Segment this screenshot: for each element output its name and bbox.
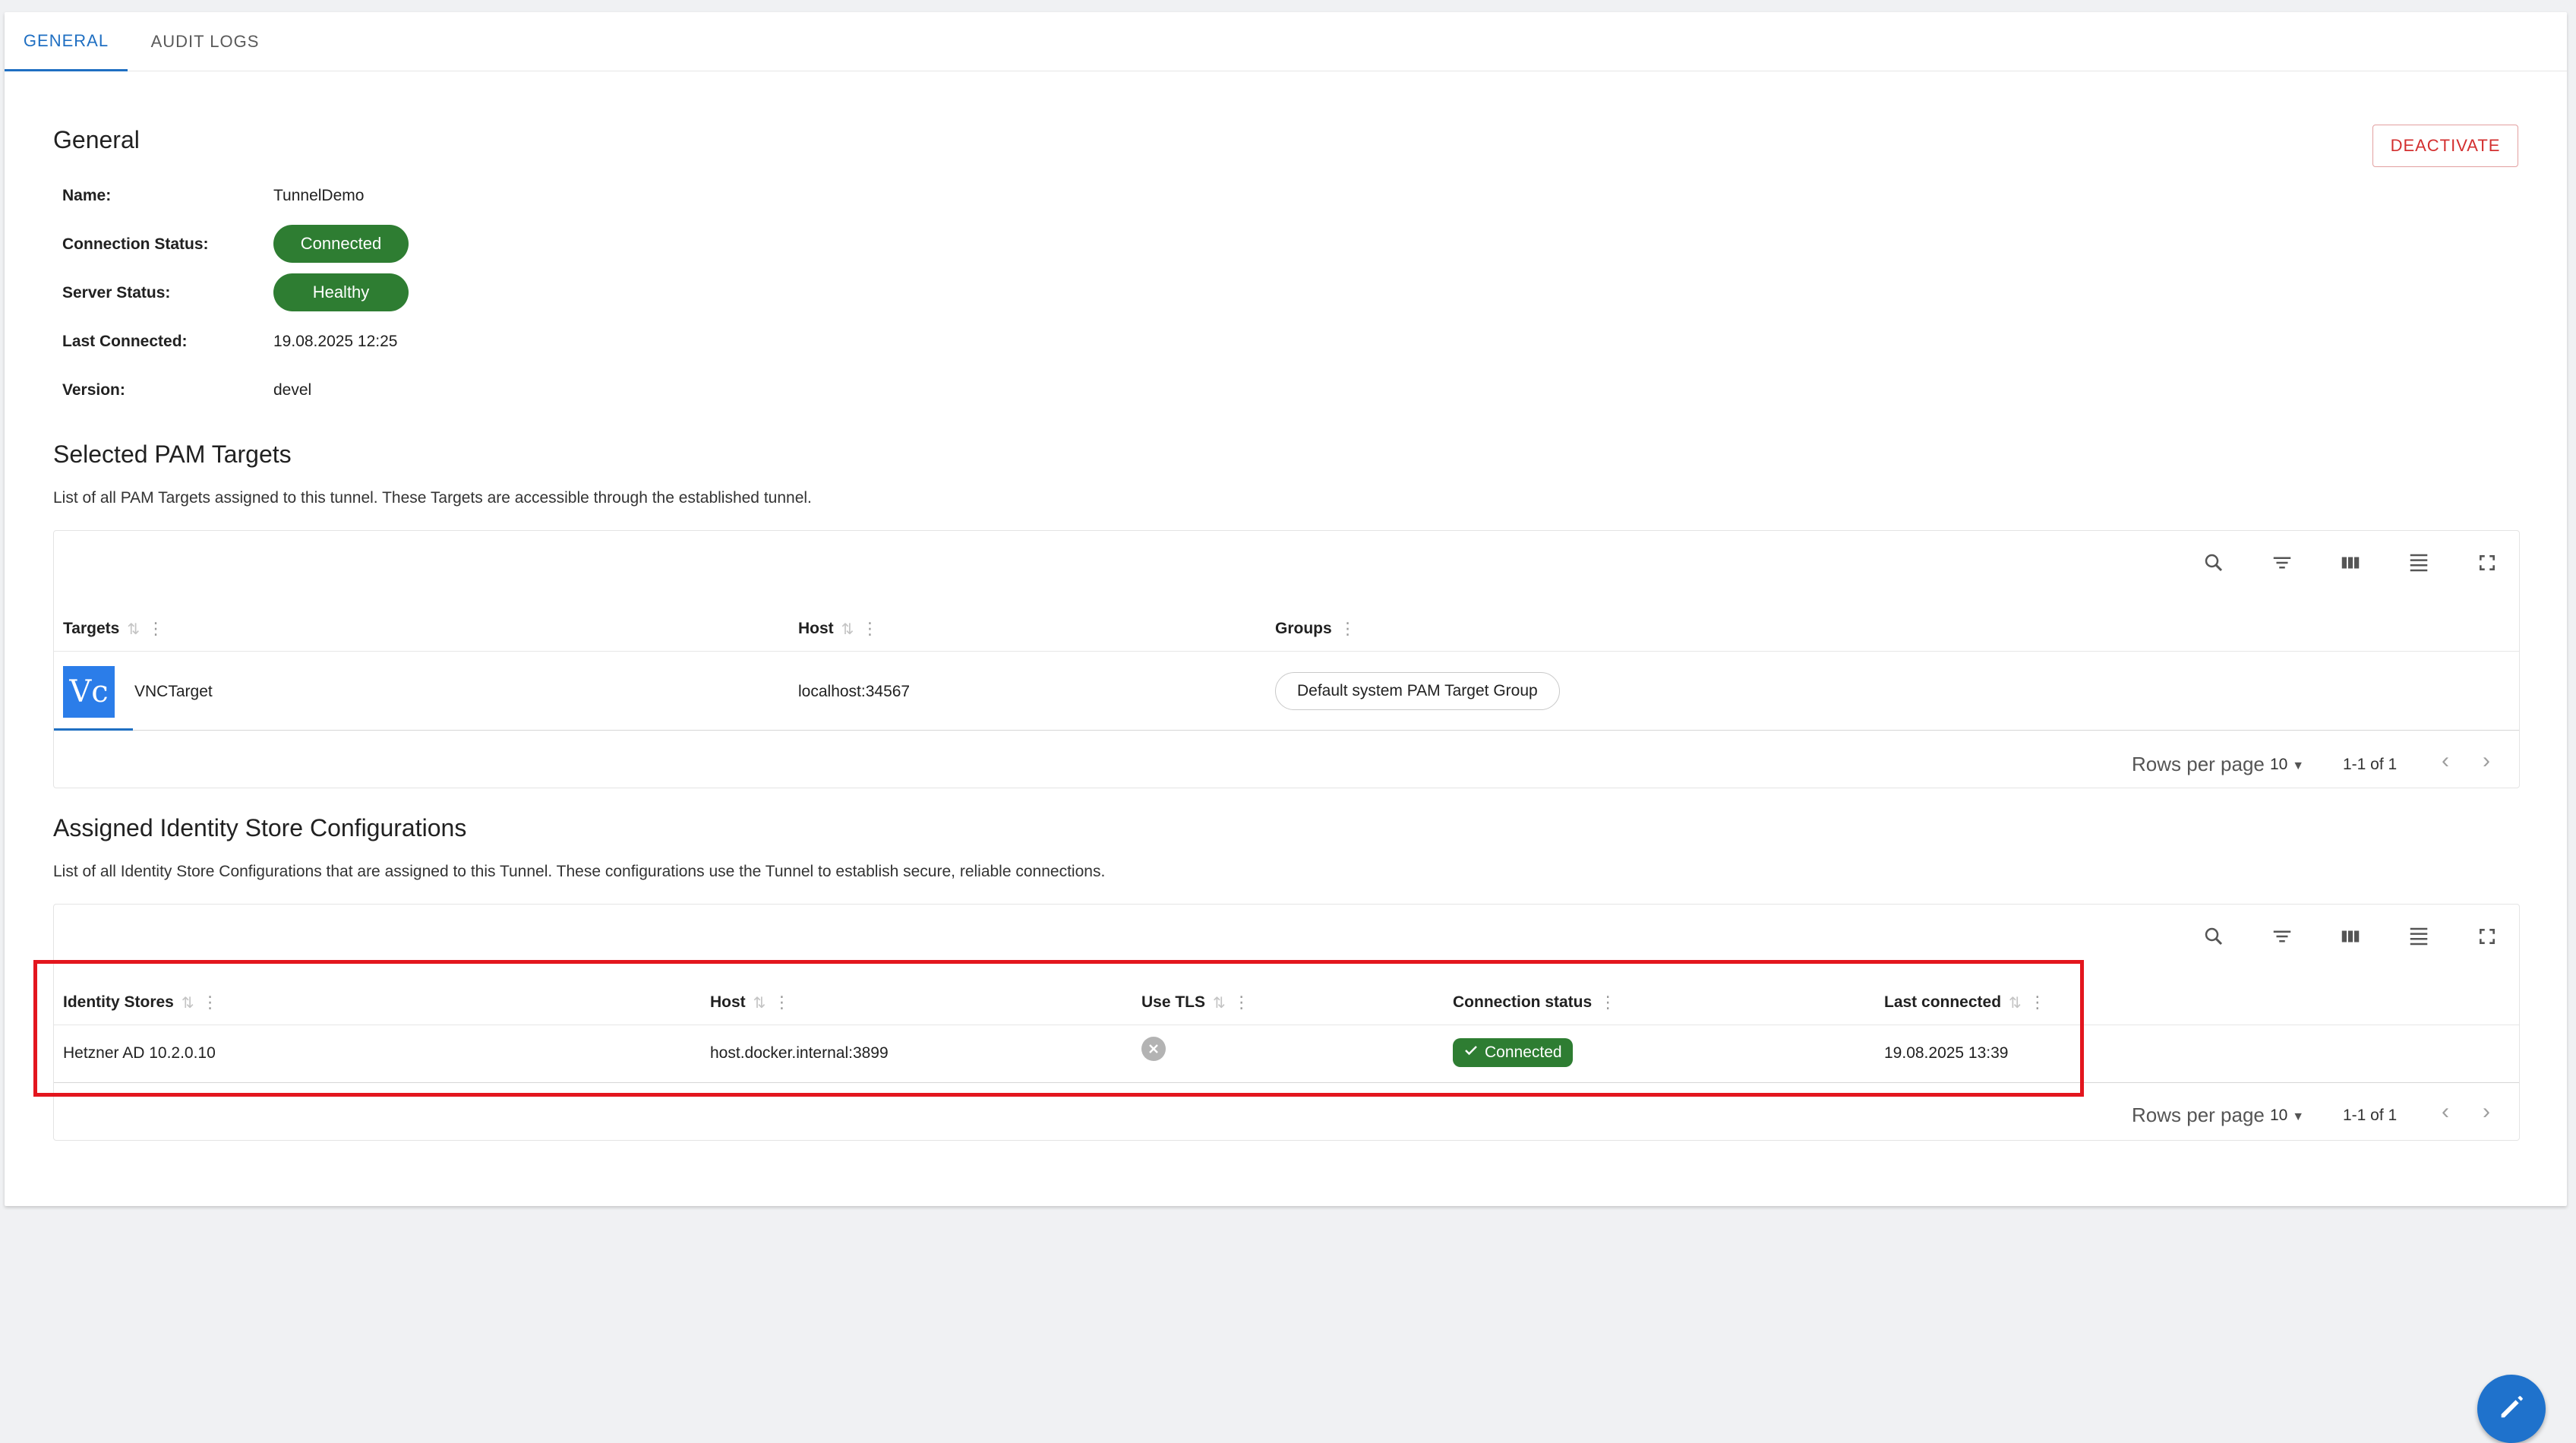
- rows-per-page-value: 10: [2270, 756, 2288, 773]
- chevron-left-icon[interactable]: ‹: [2442, 1099, 2449, 1125]
- tab-audit-logs[interactable]: AUDIT LOGS: [140, 12, 270, 71]
- column-menu-icon[interactable]: ⋮: [147, 619, 164, 639]
- chevron-right-icon[interactable]: ›: [2483, 748, 2490, 774]
- dropdown-arrow-icon: ▼: [2292, 1110, 2305, 1123]
- general-title: General: [53, 126, 140, 153]
- sort-icon[interactable]: ⇅: [127, 620, 140, 639]
- divider: [54, 651, 2519, 652]
- pam-targets-title: Selected PAM Targets: [53, 440, 292, 468]
- edit-button[interactable]: [2477, 1375, 2546, 1443]
- rows-per-page-select[interactable]: 10 ▼: [2270, 1107, 2304, 1125]
- rows-per-page-label: Rows per page: [2132, 753, 2265, 775]
- connection-status-label: Connection Status:: [62, 235, 209, 253]
- server-status-label: Server Status:: [62, 284, 171, 302]
- column-header-host[interactable]: Host ⇅ ⋮: [798, 619, 878, 639]
- chevron-right-icon[interactable]: ›: [2483, 1099, 2490, 1125]
- column-header-targets[interactable]: Targets ⇅ ⋮: [63, 619, 164, 639]
- search-icon[interactable]: [2199, 548, 2229, 578]
- version-label: Version:: [62, 381, 125, 399]
- divider: [54, 730, 2519, 731]
- rows-per-page-select[interactable]: 10 ▼: [2270, 756, 2304, 774]
- connection-status-badge: Connected: [273, 225, 409, 263]
- column-header-groups[interactable]: Groups ⋮: [1275, 619, 1356, 639]
- density-icon[interactable]: [2404, 548, 2434, 578]
- target-name[interactable]: VNCTarget: [134, 683, 213, 701]
- last-connected-label: Last Connected:: [62, 333, 188, 350]
- edit-icon: [2496, 1392, 2527, 1426]
- identity-stores-description: List of all Identity Store Configuration…: [53, 863, 1106, 880]
- tab-bar: GENERAL AUDIT LOGS: [5, 12, 2567, 71]
- identity-stores-title: Assigned Identity Store Configurations: [53, 814, 467, 841]
- pam-targets-table: Targets ⇅ ⋮ Host ⇅ ⋮ Groups ⋮ Vc VNCTarg…: [53, 530, 2520, 788]
- group-chip[interactable]: Default system PAM Target Group: [1275, 672, 1560, 710]
- fullscreen-icon[interactable]: [2472, 921, 2502, 952]
- filter-icon[interactable]: [2267, 548, 2297, 578]
- sort-icon[interactable]: ⇅: [841, 620, 854, 639]
- row-selection-indicator: [54, 728, 133, 731]
- column-header-label: Host: [798, 620, 834, 637]
- chevron-left-icon[interactable]: ‹: [2442, 748, 2449, 774]
- column-menu-icon[interactable]: ⋮: [1340, 619, 1356, 639]
- column-header-label: Targets: [63, 620, 120, 637]
- search-icon[interactable]: [2199, 921, 2229, 952]
- deactivate-button[interactable]: DEACTIVATE: [2372, 125, 2518, 167]
- vnc-logo: Vc: [63, 666, 115, 718]
- fullscreen-icon[interactable]: [2472, 548, 2502, 578]
- column-header-label: Groups: [1275, 620, 1332, 637]
- server-status-badge: Healthy: [273, 273, 409, 311]
- last-connected-value: 19.08.2025 12:25: [273, 333, 398, 350]
- filter-icon[interactable]: [2267, 921, 2297, 952]
- rows-per-page-value: 10: [2270, 1107, 2288, 1124]
- target-host: localhost:34567: [798, 683, 911, 700]
- name-value: TunnelDemo: [273, 187, 365, 204]
- tab-general[interactable]: GENERAL: [5, 12, 128, 71]
- columns-icon[interactable]: [2335, 921, 2366, 952]
- pam-targets-description: List of all PAM Targets assigned to this…: [53, 489, 812, 507]
- version-value: devel: [273, 381, 312, 399]
- pagination-range: 1-1 of 1: [2343, 1107, 2398, 1124]
- column-menu-icon[interactable]: ⋮: [861, 619, 878, 639]
- dropdown-arrow-icon: ▼: [2292, 759, 2305, 772]
- rows-per-page-label: Rows per page: [2132, 1104, 2265, 1126]
- density-icon[interactable]: [2404, 921, 2434, 952]
- highlight-annotation: [33, 960, 2084, 1097]
- name-label: Name:: [62, 187, 112, 204]
- columns-icon[interactable]: [2335, 548, 2366, 578]
- pagination-range: 1-1 of 1: [2343, 756, 2398, 773]
